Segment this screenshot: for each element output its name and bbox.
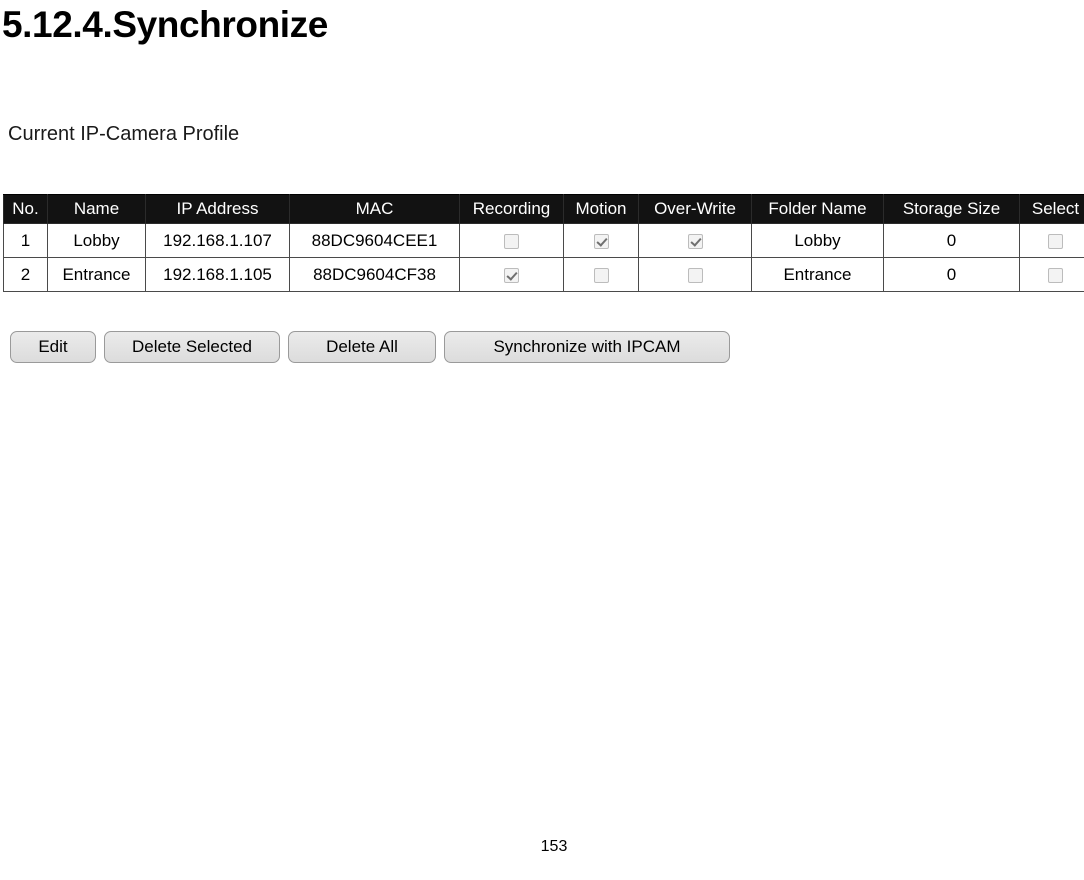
motion-checkbox-cell (563, 223, 639, 258)
table-header: No. Name IP Address MAC Recording Motion… (3, 194, 1084, 224)
cell-ip-address: 192.168.1.107 (145, 223, 290, 258)
table-row: 1 Lobby 192.168.1.107 88DC9604CEE1 Lobby 0 (3, 223, 1084, 258)
motion-checkbox[interactable] (593, 267, 609, 283)
section-subtitle: Current IP-Camera Profile (8, 123, 240, 145)
select-checkbox-cell (1019, 257, 1084, 292)
column-header-storage-size: Storage Size (883, 194, 1020, 224)
motion-checkbox-cell (563, 257, 639, 292)
cell-mac: 88DC9604CF38 (289, 257, 460, 292)
column-header-select: Select (1019, 194, 1084, 224)
table-row: 2 Entrance 192.168.1.105 88DC9604CF38 Entran… (3, 257, 1084, 292)
select-checkbox[interactable] (1048, 267, 1063, 283)
over-write-checkbox-cell (638, 257, 752, 292)
column-header-no: No. (3, 194, 48, 224)
recording-checkbox-cell (459, 223, 564, 258)
recording-checkbox[interactable] (504, 233, 519, 249)
column-header-recording: Recording (459, 194, 564, 224)
page-number: 153 (540, 838, 568, 855)
delete-selected-button[interactable]: Delete Selected (104, 331, 280, 363)
synchronize-with-ipcam-button[interactable]: Synchronize with IPCAM (444, 331, 730, 363)
edit-button[interactable]: Edit (10, 331, 96, 363)
cell-storage-size: 0 (883, 257, 1020, 292)
column-header-folder-name: Folder Name (751, 194, 884, 224)
column-header-motion: Motion (563, 194, 639, 224)
ipcamera-profile-table-container: No. Name IP Address MAC Recording Motion… (3, 194, 1084, 292)
cell-ip-address: 192.168.1.105 (145, 257, 290, 292)
recording-checkbox[interactable] (504, 267, 519, 283)
over-write-checkbox-cell (638, 223, 752, 258)
column-header-ip-address: IP Address (145, 194, 290, 224)
cell-mac: 88DC9604CEE1 (289, 223, 460, 258)
column-header-mac: MAC (289, 194, 460, 224)
cell-no: 1 (3, 223, 48, 258)
select-checkbox-cell (1019, 223, 1084, 258)
column-header-name: Name (47, 194, 146, 224)
over-write-checkbox[interactable] (687, 233, 703, 249)
select-checkbox[interactable] (1048, 233, 1063, 249)
column-header-over-write: Over-Write (638, 194, 752, 224)
cell-name: Lobby (47, 223, 146, 258)
action-button-row: Edit Delete Selected Delete All Synchron… (10, 331, 730, 363)
cell-name: Entrance (47, 257, 146, 292)
cell-folder-name: Lobby (751, 223, 884, 258)
motion-checkbox[interactable] (593, 233, 609, 249)
cell-storage-size: 0 (883, 223, 1020, 258)
page-title: 5.12.4.Synchronize (2, 4, 328, 45)
recording-checkbox-cell (459, 257, 564, 292)
cell-no: 2 (3, 257, 48, 292)
over-write-checkbox[interactable] (687, 267, 703, 283)
table-header-row: No. Name IP Address MAC Recording Motion… (3, 194, 1084, 224)
cell-folder-name: Entrance (751, 257, 884, 292)
ipcamera-profile-table: No. Name IP Address MAC Recording Motion… (3, 194, 1084, 292)
delete-all-button[interactable]: Delete All (288, 331, 436, 363)
table-body: 1 Lobby 192.168.1.107 88DC9604CEE1 Lobby 0 2 En… (3, 223, 1084, 292)
